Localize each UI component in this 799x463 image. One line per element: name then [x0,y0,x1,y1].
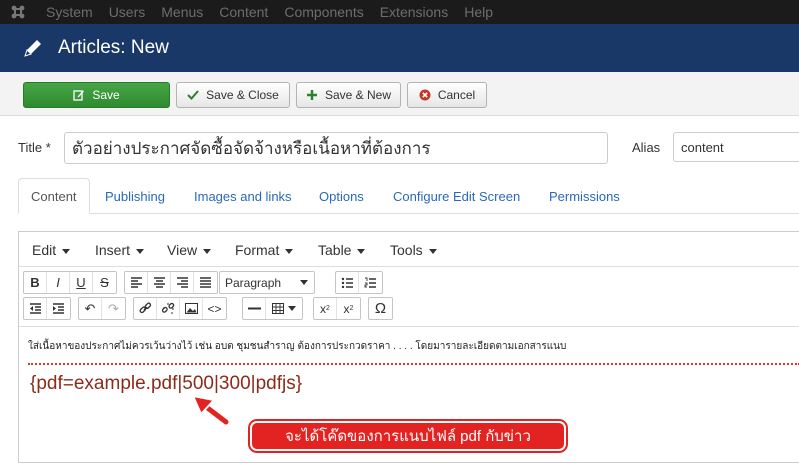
table-group [242,297,303,320]
editor-menu-table[interactable]: Table [318,242,366,258]
editor-toolbar-row-2: ↶ ↷ <> x2 x2 Ω [23,297,793,320]
script-group: x2 x2 [313,297,361,320]
redo-icon[interactable]: ↷ [102,298,125,319]
cancel-label: Cancel [437,88,476,102]
save-button[interactable]: Save [23,82,170,108]
pagebreak-divider [28,363,799,365]
undo-icon[interactable]: ↶ [79,298,102,319]
page-title: Articles: New [58,37,169,58]
cancel-icon [419,89,431,101]
save-label: Save [92,88,120,102]
indent-group [23,297,71,320]
save-close-label: Save & Close [206,88,279,102]
chevron-down-icon [285,248,294,254]
chevron-down-icon [62,248,71,254]
unlink-icon[interactable] [157,298,180,319]
align-right-icon[interactable] [171,272,194,293]
superscript-icon[interactable]: x2 [337,298,360,319]
chevron-down-icon [357,248,366,254]
admin-menubar: System Users Menus Content Components Ex… [0,0,799,24]
alias-input[interactable]: content [673,132,799,162]
editor-toolbar-row-1: B I U S Paragraph [23,271,793,294]
special-char-group: Ω [368,297,393,320]
pdf-embed-code: {pdf=example.pdf|500|300|pdfjs} [30,373,303,394]
history-group: ↶ ↷ [78,297,126,320]
outdent-icon[interactable] [24,298,47,319]
alias-label: Alias [632,140,661,155]
menu-components[interactable]: Components [284,4,363,20]
save-close-button[interactable]: Save & Close [176,82,290,108]
text-style-group: B I U S [23,271,117,294]
list-group [335,271,383,294]
menu-extensions[interactable]: Extensions [380,4,448,20]
align-center-icon[interactable] [148,272,171,293]
italic-icon[interactable]: I [47,272,70,293]
omega-icon[interactable]: Ω [369,298,392,319]
page-header: Articles: New [0,24,799,72]
tab-publishing[interactable]: Publishing [105,178,165,214]
body-text: ใส่เนื้อหาของประกาศไม่ควรเว้นว่างไว้ เช่… [28,341,567,352]
table-icon[interactable] [266,298,302,319]
code-icon[interactable]: <> [203,298,226,319]
chevron-down-icon [288,306,296,311]
save-new-button[interactable]: Save & New [296,82,401,108]
menu-help[interactable]: Help [464,4,493,20]
format-select-value: Paragraph [225,275,282,290]
tab-content[interactable]: Content [18,178,90,214]
check-icon [187,89,199,101]
insert-group: <> [133,297,227,320]
chevron-down-icon [300,280,308,285]
underline-icon[interactable]: U [70,272,93,293]
annotation-arrow-icon [192,395,231,427]
bullet-list-icon[interactable] [336,272,359,293]
menu-content[interactable]: Content [219,4,268,20]
editor-menu-tools[interactable]: Tools [390,242,437,258]
title-label: Title * [18,140,51,155]
image-icon[interactable] [180,298,203,319]
menu-menus[interactable]: Menus [161,4,203,20]
menu-users[interactable]: Users [109,4,146,20]
article-tabs: Content Publishing Images and links Opti… [18,178,799,214]
action-toolbar: Save Save & Close Save & New Cancel [0,72,799,116]
tab-images-and-links[interactable]: Images and links [194,178,292,214]
pencil-icon [24,40,41,57]
chevron-down-icon [203,248,212,254]
horizontal-rule-icon[interactable] [243,298,266,319]
indent-icon[interactable] [47,298,70,319]
annotation-callout: จะได้โค๊ดของการแนบไฟล์ pdf กับข่าว [250,421,566,451]
format-select[interactable]: Paragraph [219,271,315,294]
align-left-icon[interactable] [125,272,148,293]
editor-menu-edit[interactable]: Edit [32,242,71,258]
numbered-list-icon[interactable] [359,272,382,293]
save-new-label: Save & New [324,88,392,102]
editor-menu-format[interactable]: Format [235,242,294,258]
chevron-down-icon [428,248,437,254]
strikethrough-icon[interactable]: S [93,272,116,293]
plus-icon [306,89,318,101]
chevron-down-icon [136,248,145,254]
menu-system[interactable]: System [46,4,93,20]
cancel-button[interactable]: Cancel [407,82,487,108]
tab-configure-edit-screen[interactable]: Configure Edit Screen [393,178,520,214]
alignment-group [124,271,218,294]
subscript-icon[interactable]: x2 [314,298,337,319]
link-icon[interactable] [134,298,157,319]
title-input[interactable]: ตัวอย่างประกาศจัดซื้อจัดจ้างหรือเนื้อหาท… [64,132,608,164]
tab-permissions[interactable]: Permissions [549,178,620,214]
editor-menu-view[interactable]: View [167,242,212,258]
edit-icon [73,89,85,101]
tab-options[interactable]: Options [319,178,364,214]
joomla-logo-icon[interactable] [0,0,36,24]
align-justify-icon[interactable] [194,272,217,293]
editor-menu-insert[interactable]: Insert [95,242,145,258]
editor-menubar: Edit Insert View Format Table Tools [19,232,799,267]
bold-icon[interactable]: B [24,272,47,293]
